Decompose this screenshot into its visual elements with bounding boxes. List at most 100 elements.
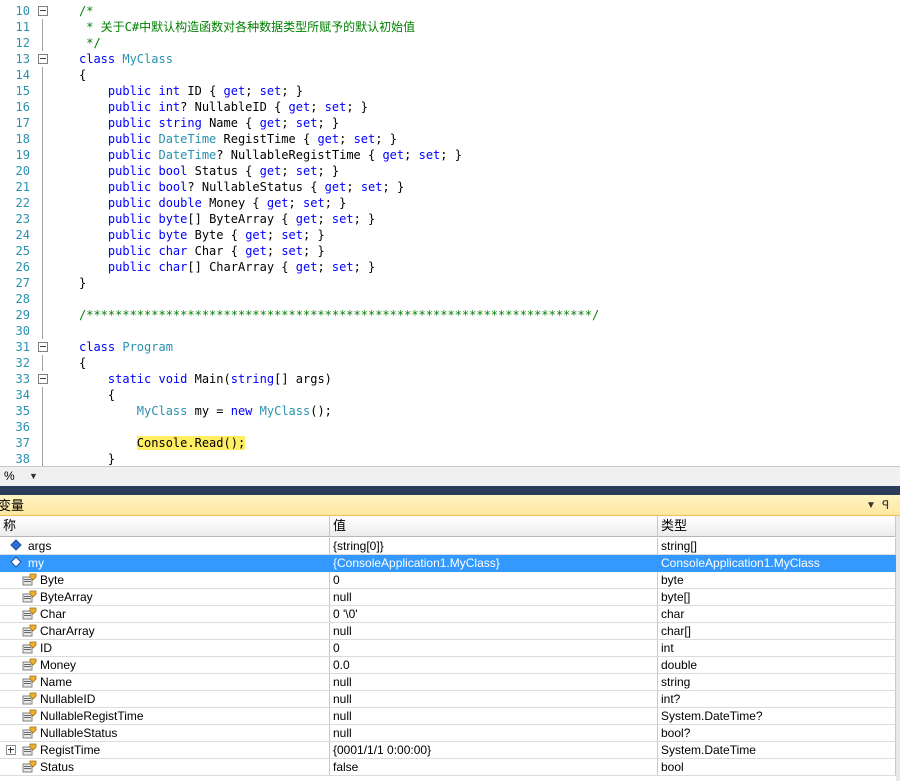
locals-row-args[interactable]: args {string[0]} string[] xyxy=(0,538,896,555)
locals-row-money[interactable]: Money 0.0 double xyxy=(0,657,896,674)
value-cell[interactable]: null xyxy=(330,589,658,606)
name-cell[interactable]: NullableStatus xyxy=(0,725,330,742)
code-line[interactable]: 21 public bool? NullableStatus { get; se… xyxy=(0,179,900,195)
value-cell[interactable]: 0.0 xyxy=(330,657,658,674)
code-line[interactable]: 18 public DateTime RegistTime { get; set… xyxy=(0,131,900,147)
value-cell[interactable]: null xyxy=(330,623,658,640)
code-line[interactable]: 11 * 关于C#中默认构造函数对各种数据类型所赋予的默认初始值 xyxy=(0,19,900,35)
name-cell[interactable]: Char xyxy=(0,606,330,623)
locals-row-name[interactable]: Name null string xyxy=(0,674,896,691)
code-text: } xyxy=(79,451,115,466)
name-cell[interactable]: my xyxy=(0,555,330,572)
locals-row-bytearray[interactable]: ByteArray null byte[] xyxy=(0,589,896,606)
locals-row-registtime[interactable]: RegistTime {0001/1/1 0:00:00} System.DateT… xyxy=(0,742,896,759)
code-line[interactable]: 17 public string Name { get; set; } xyxy=(0,115,900,131)
line-number: 32 xyxy=(15,356,30,370)
code-line[interactable]: 25 public char Char { get; set; } xyxy=(0,243,900,259)
column-header-value[interactable]: 值 xyxy=(330,516,658,537)
value-cell[interactable]: false xyxy=(330,759,658,776)
type-cell: byte xyxy=(658,572,896,589)
code-line[interactable]: 27} xyxy=(0,275,900,291)
locals-panel-title-bar: 变量 ▼ ꟼ xyxy=(0,495,900,516)
locals-row-nullableid[interactable]: NullableID null int? xyxy=(0,691,896,708)
code-line[interactable]: 15 public int ID { get; set; } xyxy=(0,83,900,99)
code-line[interactable]: 36 xyxy=(0,419,900,435)
value-cell[interactable]: null xyxy=(330,708,658,725)
field-icon xyxy=(10,539,26,553)
zoom-bar: % ▼ xyxy=(0,466,900,486)
line-number: 26 xyxy=(15,260,30,274)
column-header-name[interactable]: 称 xyxy=(0,516,330,537)
value-cell[interactable]: null xyxy=(330,674,658,691)
zoom-level[interactable]: % xyxy=(4,467,15,486)
code-line[interactable]: 26 public char[] CharArray { get; set; } xyxy=(0,259,900,275)
value-cell[interactable]: 0 '\0' xyxy=(330,606,658,623)
name-cell[interactable]: ByteArray xyxy=(0,589,330,606)
collapse-minus-icon[interactable] xyxy=(38,6,48,16)
code-line[interactable]: 38 } xyxy=(0,451,900,466)
code-line[interactable]: 22 public double Money { get; set; } xyxy=(0,195,900,211)
collapse-minus-icon[interactable] xyxy=(38,342,48,352)
pin-icon[interactable]: ꟼ xyxy=(882,495,889,516)
window-position-dropdown-icon[interactable]: ▼ xyxy=(866,495,876,516)
code-line[interactable]: 34 { xyxy=(0,387,900,403)
code-line[interactable]: 19 public DateTime? NullableRegistTime {… xyxy=(0,147,900,163)
code-line[interactable]: 37 Console.Read(); xyxy=(0,435,900,451)
value-cell[interactable]: null xyxy=(330,725,658,742)
expand-plus-icon[interactable] xyxy=(6,745,16,755)
code-line[interactable]: 16 public int? NullableID { get; set; } xyxy=(0,99,900,115)
code-line[interactable]: 24 public byte Byte { get; set; } xyxy=(0,227,900,243)
value-cell[interactable]: {string[0]} xyxy=(330,538,658,555)
code-token: public byte xyxy=(107,228,195,242)
name-cell[interactable]: Money xyxy=(0,657,330,674)
code-line[interactable]: 29 /*************************************… xyxy=(0,307,900,323)
locals-row-id[interactable]: ID 0 int xyxy=(0,640,896,657)
name-cell[interactable]: ID xyxy=(0,640,330,657)
code-line[interactable]: 10 /* xyxy=(0,3,900,19)
name-cell[interactable]: RegistTime xyxy=(0,742,330,759)
code-line[interactable]: 14 { xyxy=(0,67,900,83)
value-cell[interactable]: {ConsoleApplication1.MyClass} xyxy=(330,555,658,572)
name-cell[interactable]: NullableRegistTime xyxy=(0,708,330,725)
code-line[interactable]: 12 */ xyxy=(0,35,900,51)
code-line[interactable]: 30 xyxy=(0,323,900,339)
code-line[interactable]: 13 class MyClass xyxy=(0,51,900,67)
name-cell[interactable]: args xyxy=(0,538,330,555)
value-cell[interactable]: null xyxy=(330,691,658,708)
code-line[interactable]: 23 public byte[] ByteArray { get; set; } xyxy=(0,211,900,227)
code-line[interactable]: 31 class Program xyxy=(0,339,900,355)
locals-row-my[interactable]: my {ConsoleApplication1.MyClass} ConsoleAp… xyxy=(0,555,896,572)
locals-scrollbar[interactable] xyxy=(896,516,900,781)
name-cell[interactable]: Status xyxy=(0,759,330,776)
code-token: ; xyxy=(245,84,260,98)
code-line[interactable]: 33 static void Main(string[] args) xyxy=(0,371,900,387)
locals-row-nullableregisttime[interactable]: NullableRegistTime null System.DateTime? xyxy=(0,708,896,725)
value-cell[interactable]: 0 xyxy=(330,640,658,657)
code-token: ; } xyxy=(382,180,405,194)
column-header-type[interactable]: 类型 xyxy=(658,516,896,537)
name-cell[interactable]: Name xyxy=(0,674,330,691)
panel-splitter[interactable] xyxy=(0,486,900,495)
value-cell[interactable]: 0 xyxy=(330,572,658,589)
code-editor[interactable]: 10/* 11 * 关于C#中默认构造函数对各种数据类型所赋予的默认初始值 12 *… xyxy=(0,0,900,466)
collapse-minus-icon[interactable] xyxy=(38,374,48,384)
name-cell[interactable]: Byte xyxy=(0,572,330,589)
code-line[interactable]: 32 { xyxy=(0,355,900,371)
variable-name: my xyxy=(28,556,44,570)
code-token: ; } xyxy=(353,212,376,226)
locals-grid[interactable]: 称 值 类型 args {string[0]} string[] my {Console… xyxy=(0,516,900,781)
name-cell[interactable]: CharArray xyxy=(0,623,330,640)
locals-row-byte[interactable]: Byte 0 byte xyxy=(0,572,896,589)
code-line[interactable]: 28 xyxy=(0,291,900,307)
locals-row-chararray[interactable]: CharArray null char[] xyxy=(0,623,896,640)
locals-row-status[interactable]: Status false bool xyxy=(0,759,896,776)
locals-row-char[interactable]: Char 0 '\0' char xyxy=(0,606,896,623)
value-cell[interactable]: {0001/1/1 0:00:00} xyxy=(330,742,658,759)
code-line[interactable]: 20 public bool Status { get; set; } xyxy=(0,163,900,179)
name-cell[interactable]: NullableID xyxy=(0,691,330,708)
zoom-dropdown-icon[interactable]: ▼ xyxy=(29,467,38,486)
code-line[interactable]: 35 MyClass my = new MyClass(); xyxy=(0,403,900,419)
collapse-minus-icon[interactable] xyxy=(38,54,48,64)
locals-row-nullablestatus[interactable]: NullableStatus null bool? xyxy=(0,725,896,742)
line-number: 30 xyxy=(15,324,30,338)
